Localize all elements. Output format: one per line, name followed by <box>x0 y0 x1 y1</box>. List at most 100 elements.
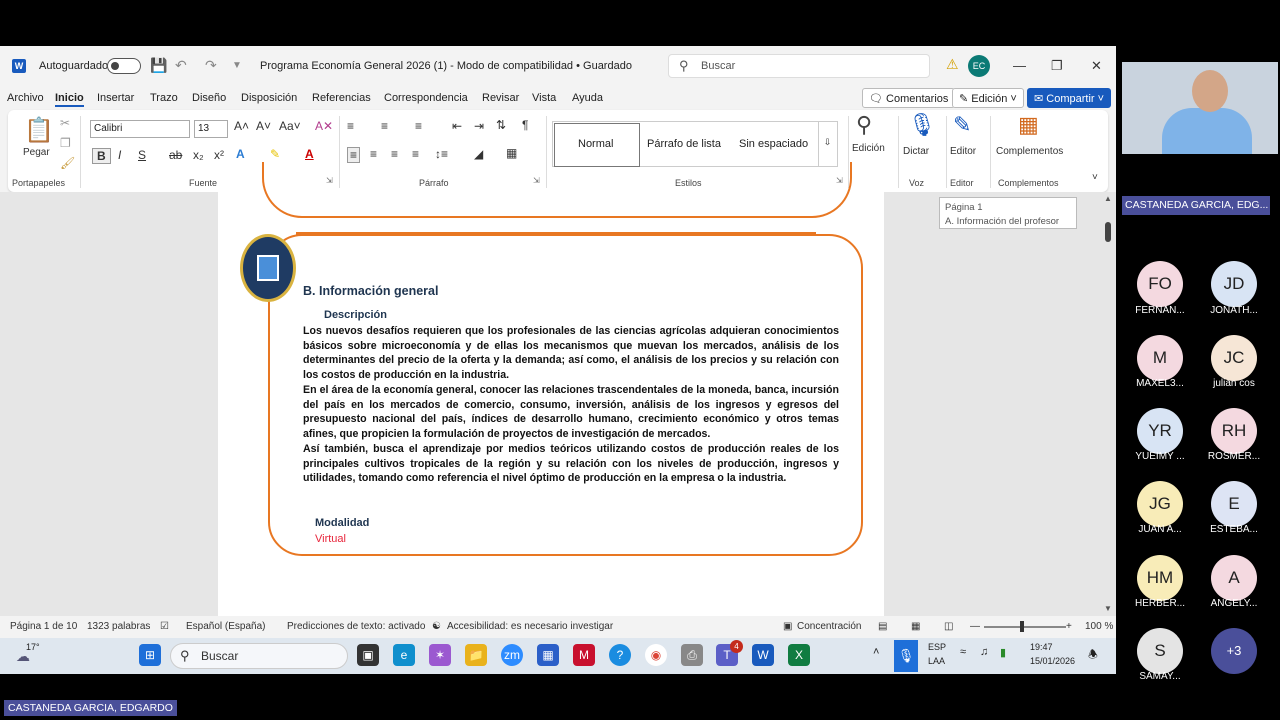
style-normal[interactable]: Normal <box>578 138 613 150</box>
paste-icon[interactable]: 📋 <box>24 116 54 145</box>
print-layout-icon[interactable]: ▦ <box>911 621 920 632</box>
shading-icon[interactable]: ◢ <box>474 147 483 161</box>
tab-ayuda[interactable]: Ayuda <box>572 92 603 104</box>
printer-icon[interactable]: ⎙ <box>681 644 703 666</box>
user-avatar[interactable]: EC <box>968 55 990 77</box>
grow-font-icon[interactable]: A˄ <box>234 119 249 133</box>
align-right-icon[interactable]: ≡ <box>391 147 398 161</box>
edge-icon[interactable]: e <box>393 644 415 666</box>
page-count[interactable]: Página 1 de 10 <box>10 621 77 632</box>
excel-taskbar-icon[interactable]: X <box>788 644 810 666</box>
underline-button[interactable]: S <box>138 148 146 162</box>
notification-bell-icon[interactable]: 🕭 <box>1088 646 1098 665</box>
save-icon[interactable]: 💾 <box>150 57 167 74</box>
scroll-up-icon[interactable]: ▲ <box>1104 194 1112 203</box>
help-icon[interactable]: ? <box>609 644 631 666</box>
vertical-scrollbar-thumb[interactable] <box>1105 222 1111 242</box>
align-center-icon[interactable]: ≡ <box>370 147 377 161</box>
zoom-out-icon[interactable]: — <box>970 621 980 632</box>
clear-format-icon[interactable]: A✕ <box>315 119 333 133</box>
zoom-level[interactable]: 100 % <box>1085 621 1113 632</box>
zoom-slider[interactable] <box>984 626 1066 628</box>
tab-correspondencia[interactable]: Correspondencia <box>384 92 468 104</box>
more-participants-button[interactable]: +3 <box>1211 628 1257 674</box>
word-taskbar-icon[interactable]: W <box>752 644 774 666</box>
font-color-icon[interactable]: A <box>305 147 314 161</box>
autosave-toggle[interactable] <box>107 58 141 74</box>
participant-avatar[interactable]: FO <box>1137 261 1183 307</box>
editor-icon[interactable]: ✎ <box>953 112 971 138</box>
word-count[interactable]: 1323 palabras <box>87 621 150 632</box>
close-icon[interactable]: ✕ <box>1091 58 1102 74</box>
tab-vista[interactable]: Vista <box>532 92 556 104</box>
participant-avatar[interactable]: JD <box>1211 261 1257 307</box>
tab-inicio[interactable]: Inicio <box>55 92 84 107</box>
tab-trazo[interactable]: Trazo <box>150 92 178 104</box>
tab-referencias[interactable]: Referencias <box>312 92 371 104</box>
text-predictions[interactable]: Predicciones de texto: activado <box>287 621 425 632</box>
dictate-label[interactable]: Dictar <box>903 146 929 157</box>
redo-icon[interactable]: ↷ <box>205 57 217 74</box>
voice-typing-icon[interactable]: 🎙 <box>894 640 918 672</box>
weather-temp[interactable]: 17° <box>26 642 40 652</box>
copilot-icon[interactable]: ✶ <box>429 644 451 666</box>
sort-icon[interactable]: ⇅ <box>496 118 506 132</box>
style-list-paragraph[interactable]: Párrafo de lista <box>647 138 721 150</box>
tab-insertar[interactable]: Insertar <box>97 92 134 104</box>
file-explorer-icon[interactable]: 📁 <box>465 644 487 666</box>
participant-avatar[interactable]: RH <box>1211 408 1257 454</box>
font-size-select[interactable]: 13 <box>194 120 228 138</box>
styles-more-button[interactable]: ⇩ <box>818 121 836 167</box>
language[interactable]: Español (España) <box>186 621 266 632</box>
tab-revisar[interactable]: Revisar <box>482 92 519 104</box>
show-marks-icon[interactable]: ¶ <box>522 118 528 132</box>
format-painter-icon[interactable]: 🖌 <box>60 156 75 170</box>
increase-indent-icon[interactable]: ⇥ <box>474 119 484 133</box>
read-mode-icon[interactable]: ▤ <box>878 621 887 632</box>
share-button[interactable]: ✉ Compartir ˅ <box>1027 88 1112 108</box>
tab-disposicion[interactable]: Disposición <box>241 92 297 104</box>
focus-mode[interactable]: Concentración <box>797 621 861 632</box>
line-spacing-icon[interactable]: ↕≡ <box>435 147 448 161</box>
multilevel-list-icon[interactable]: ≡ <box>415 119 422 133</box>
participant-avatar[interactable]: S <box>1137 628 1183 674</box>
restore-icon[interactable]: ❐ <box>1051 58 1063 74</box>
participant-avatar[interactable]: JG <box>1137 481 1183 527</box>
find-icon[interactable]: ⚲ <box>856 112 872 138</box>
collapse-ribbon-icon[interactable]: ˅ <box>1092 172 1098 183</box>
presenter-video[interactable] <box>1122 62 1278 154</box>
input-language-line2[interactable]: LAA <box>928 656 945 666</box>
zoom-slider-thumb[interactable] <box>1020 621 1024 632</box>
wifi-icon[interactable]: ≈ <box>960 646 966 658</box>
mcafee-icon[interactable]: M <box>573 644 595 666</box>
highlight-icon[interactable]: ✎ <box>270 147 280 161</box>
font-name-select[interactable]: Calibri <box>90 120 190 138</box>
comments-button[interactable]: 🗨 Comentarios <box>862 88 956 108</box>
document-title[interactable]: Programa Economía General 2026 (1) - Mod… <box>260 60 632 72</box>
change-case-icon[interactable]: Aa˅ <box>279 119 301 133</box>
tab-archivo[interactable]: Archivo <box>7 92 44 104</box>
participant-avatar[interactable]: YR <box>1137 408 1183 454</box>
participant-avatar[interactable]: M <box>1137 335 1183 381</box>
borders-icon[interactable]: ▦ <box>506 146 517 160</box>
addins-icon[interactable]: ▦ <box>1018 112 1039 138</box>
editing-mode-button[interactable]: ✎ Edición ˅ <box>952 88 1024 108</box>
editing-label[interactable]: Edición <box>852 143 885 154</box>
justify-icon[interactable]: ≡ <box>412 147 419 161</box>
participant-avatar[interactable]: E <box>1211 481 1257 527</box>
bullets-icon[interactable]: ≡ <box>347 119 354 133</box>
clock-date[interactable]: 15/01/2026 <box>1030 656 1075 666</box>
start-icon[interactable]: ⊞ <box>139 644 161 666</box>
scroll-down-icon[interactable]: ▼ <box>1104 604 1112 613</box>
text-effects-icon[interactable]: A <box>236 147 245 161</box>
warning-icon[interactable]: ⚠ <box>946 56 959 73</box>
document-page[interactable]: B. Información general Descripción Los n… <box>218 162 884 616</box>
cut-icon[interactable]: ✂ <box>60 116 70 130</box>
shrink-font-icon[interactable]: A˅ <box>256 119 271 133</box>
editor-label[interactable]: Editor <box>950 146 976 157</box>
paste-label[interactable]: Pegar <box>23 147 50 158</box>
addins-label[interactable]: Complementos <box>996 146 1063 157</box>
superscript-button[interactable]: x² <box>214 148 224 162</box>
web-layout-icon[interactable]: ◫ <box>944 621 953 632</box>
tab-diseno[interactable]: Diseño <box>192 92 226 104</box>
